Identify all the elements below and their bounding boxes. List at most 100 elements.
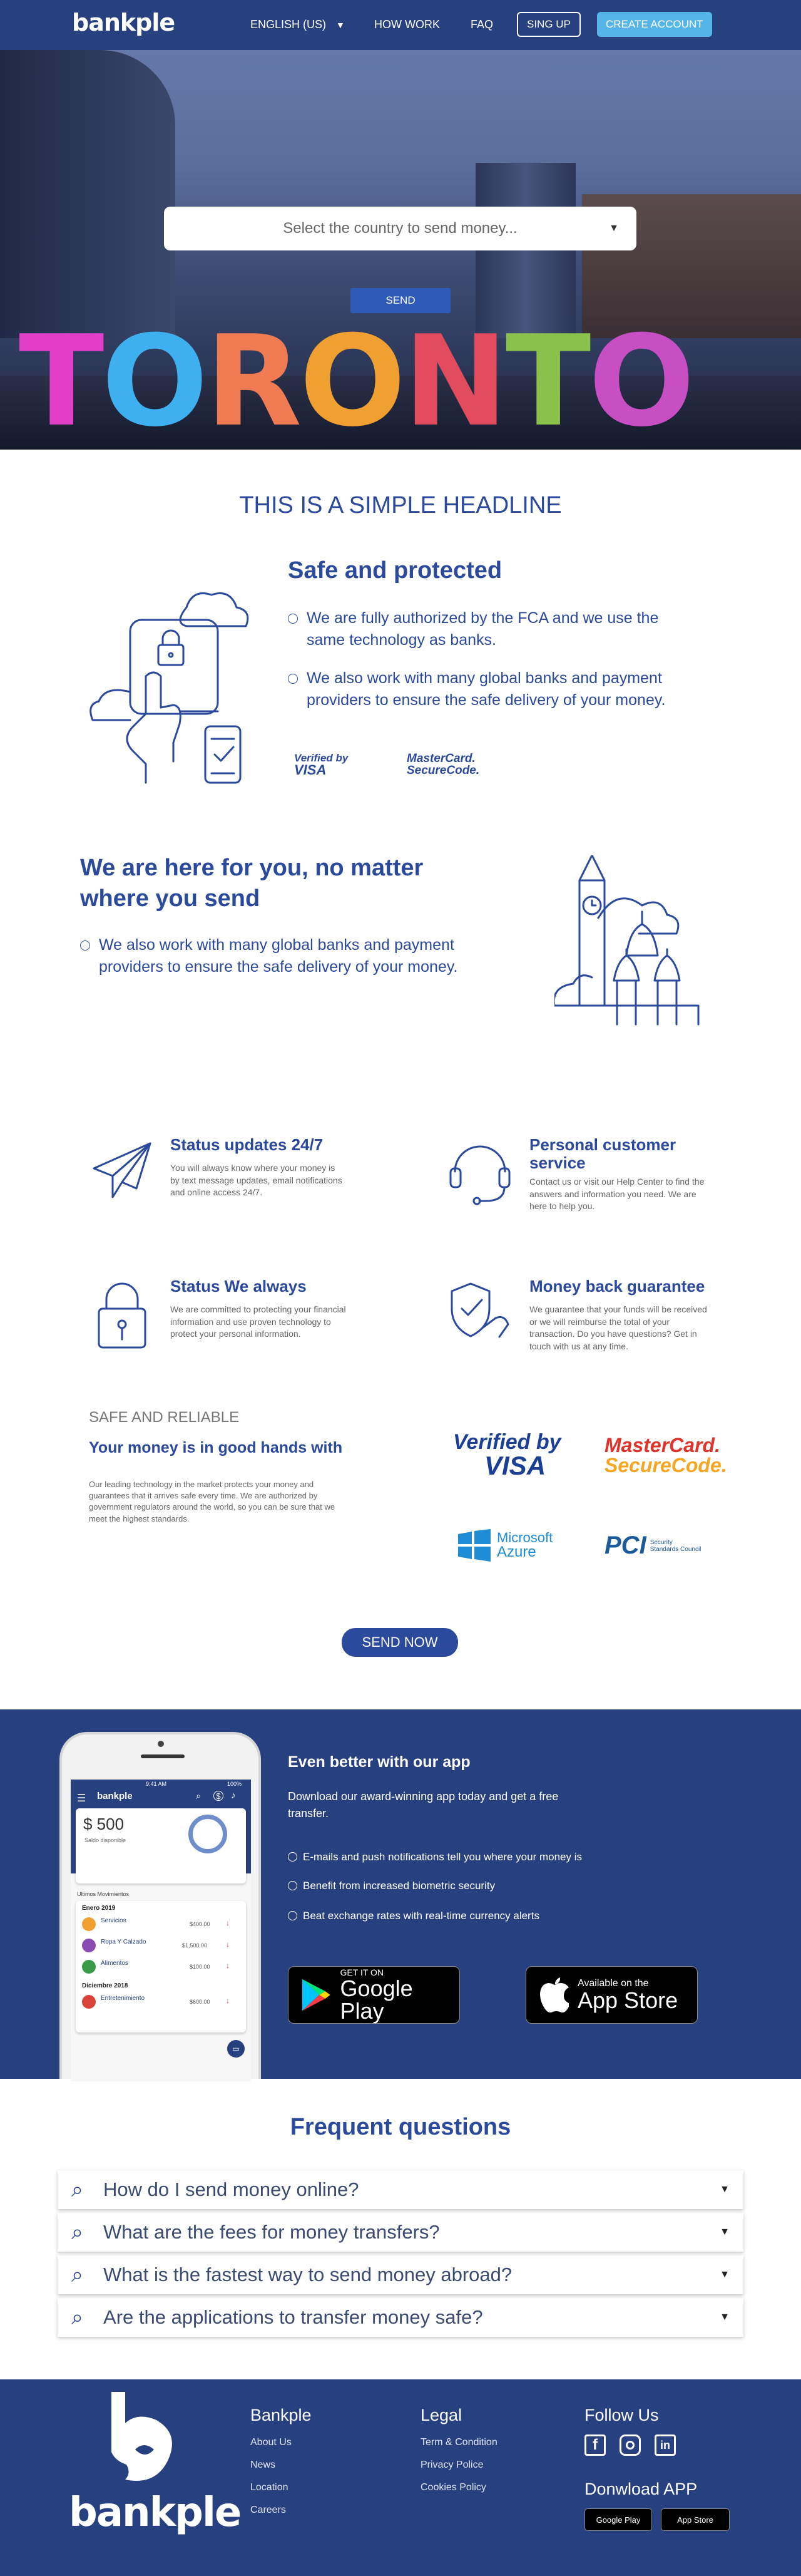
footer-link-cookies[interactable]: Cookies Policy — [421, 2482, 486, 2493]
big-ben-illustration — [554, 855, 700, 1026]
faq-item[interactable]: ⌕ What is the fastest way to send money … — [58, 2255, 743, 2294]
here-bullet: We also work with many global banks and … — [80, 934, 493, 978]
app-section: 9:41 AM 100% ☰ bankple ⌕ $ ♪ $ 500 Saldo… — [0, 1709, 801, 2081]
arrow-down-icon: ↓ — [226, 1940, 230, 1949]
phone-time: 9:41 AM — [146, 1781, 167, 1787]
balance-amount: $ 500 — [83, 1815, 125, 1833]
menu-icon[interactable]: ☰ — [77, 1792, 86, 1805]
language-selector[interactable]: ENGLISH (US) ▼ — [250, 18, 345, 31]
list-item[interactable]: Alimentos $100.00 ↓ — [82, 1959, 240, 1979]
phone-speaker — [141, 1754, 185, 1758]
movements-group-2: Diciembre 2018 — [82, 1982, 128, 1989]
shield-check-icon — [451, 1282, 509, 1338]
google-play-icon — [302, 1979, 330, 2011]
food-icon — [82, 1960, 96, 1974]
footer-link-news[interactable]: News — [250, 2460, 275, 2471]
bell-icon[interactable]: ♪ — [231, 1790, 236, 1801]
brand-mark-icon — [111, 2392, 172, 2481]
create-account-button[interactable]: CREATE ACCOUNT — [597, 12, 712, 37]
country-select-placeholder: Select the country to send money... — [283, 220, 518, 237]
footer-link-about[interactable]: About Us — [250, 2437, 292, 2448]
chat-icon[interactable]: ▭ — [227, 2040, 245, 2058]
cloud-security-illustration — [89, 592, 249, 784]
brand-logo[interactable]: bankple — [72, 9, 175, 36]
feature-title-money-back: Money back guarantee — [529, 1277, 705, 1296]
arrow-down-icon: ↓ — [226, 1961, 230, 1970]
sign-up-button[interactable]: SING UP — [517, 12, 581, 37]
hero-tower-left — [0, 50, 175, 338]
faq-item[interactable]: ⌕ Are the applications to transfer money… — [58, 2298, 743, 2337]
windows-icon — [458, 1529, 491, 1562]
apple-icon — [540, 1977, 569, 2012]
top-nav: bankple ENGLISH (US) ▼ HOW WORK FAQ SING… — [0, 0, 801, 50]
padlock-icon — [98, 1282, 146, 1349]
phone-camera — [158, 1741, 164, 1747]
feature-text-money-back: We guarantee that your funds will be rec… — [529, 1304, 707, 1351]
nav-how-work[interactable]: HOW WORK — [374, 18, 440, 31]
verified-by-visa-badge: Verified by VISA — [294, 752, 349, 778]
safe-title: Safe and protected — [288, 557, 503, 584]
faq-item[interactable]: ⌕ What are the fees for money transfers?… — [58, 2213, 743, 2252]
footer-col1-title: Bankple — [250, 2406, 312, 2424]
list-item[interactable]: Ropa Y Calzado $1,500.00 ↓ — [82, 1937, 240, 1957]
footer-logo[interactable]: bankple — [69, 2490, 242, 2536]
app-title: Even better with our app — [288, 1753, 471, 1771]
feature-text-status-always: We are committed to protecting your fina… — [170, 1304, 346, 1339]
footer-link-careers[interactable]: Careers — [250, 2505, 286, 2516]
phone-mockup: 9:41 AM 100% ☰ bankple ⌕ $ ♪ $ 500 Saldo… — [59, 1732, 261, 2081]
chevron-down-icon: ▼ — [336, 19, 345, 30]
reliable-kicker: SAFE AND RELIABLE — [89, 1409, 240, 1426]
app-subtitle: Download our award-winning app today and… — [288, 1790, 559, 1820]
clothes-icon — [82, 1939, 96, 1952]
country-select[interactable]: Select the country to send money... ▼ — [164, 207, 636, 250]
chevron-down-icon: ▼ — [720, 2227, 730, 2237]
balance-card: $ 500 Saldo disponible — [76, 1808, 246, 1883]
here-title: We are here for you, no matter where you… — [80, 855, 424, 912]
faq-item[interactable]: ⌕ How do I send money online? ▼ — [58, 2170, 743, 2209]
phone-screen: 9:41 AM 100% ☰ bankple ⌕ $ ♪ $ 500 Saldo… — [71, 1780, 251, 2081]
app-bullet-3: Beat exchange rates with real-time curre… — [288, 1910, 539, 1922]
safe-bullet-1: We are fully authorized by the FCA and w… — [288, 607, 701, 651]
reliable-text: Our leading technology in the market pro… — [89, 1480, 335, 1523]
linkedin-icon[interactable]: in — [655, 2434, 676, 2456]
movements-card: Enero 2019 Servicios $400.00 ↓ Ropa Y Ca… — [76, 1901, 246, 2032]
search-icon[interactable]: ⌕ — [196, 1791, 201, 1801]
movements-group-1: Enero 2019 — [82, 1905, 116, 1912]
chevron-down-icon: ▼ — [609, 223, 619, 234]
search-icon: ⌕ — [71, 2305, 84, 2329]
instagram-icon[interactable] — [620, 2434, 641, 2456]
app-bullet-2: Benefit from increased biometric securit… — [288, 1880, 495, 1892]
feature-title-status: Status updates 24/7 — [170, 1135, 324, 1154]
mastercard-securecode-badge: MasterCard. SecureCode. — [407, 752, 480, 777]
entertainment-icon — [82, 1995, 96, 2009]
services-icon — [82, 1917, 96, 1931]
list-item[interactable]: Entretenimiento $600.00 ↓ — [82, 1994, 240, 2014]
footer: bankple Bankple About Us News Location C… — [0, 2379, 801, 2576]
nav-faq[interactable]: FAQ — [471, 18, 493, 31]
feature-title-customer-service: Personal customer service — [529, 1135, 676, 1172]
footer-link-location[interactable]: Location — [250, 2482, 288, 2493]
language-label: ENGLISH (US) — [250, 18, 327, 31]
movements-label: Ultimos Movimientos — [77, 1891, 130, 1897]
paper-plane-icon — [93, 1142, 151, 1198]
mastercard-securecode-logo: MasterCard. SecureCode. — [605, 1434, 727, 1476]
send-now-button[interactable]: SEND NOW — [342, 1628, 458, 1657]
footer-link-privacy[interactable]: Privacy Police — [421, 2460, 483, 2471]
mini-google-play-button[interactable]: Google Play — [584, 2508, 652, 2531]
arrow-down-icon: ↓ — [226, 1996, 230, 2005]
headset-icon — [449, 1145, 511, 1205]
google-play-button[interactable]: GET IT ON Google Play — [288, 1966, 460, 2024]
microsoft-azure-logo: Microsoft Azure — [458, 1529, 553, 1562]
toronto-sign: TORONTO — [19, 309, 695, 450]
facebook-icon[interactable]: f — [584, 2434, 606, 2456]
mini-app-store-button[interactable]: App Store — [661, 2508, 730, 2531]
app-store-button[interactable]: Available on the App Store — [526, 1966, 698, 2024]
main-headline: THIS IS A SIMPLE HEADLINE — [239, 492, 562, 518]
footer-link-terms[interactable]: Term & Condition — [421, 2437, 497, 2448]
feature-text-status: You will always know where your money is… — [170, 1163, 342, 1198]
list-item[interactable]: Servicios $400.00 ↓ — [82, 1916, 240, 1936]
balance-label: Saldo disponible — [84, 1837, 126, 1843]
dollar-icon[interactable]: $ — [213, 1791, 223, 1801]
chevron-down-icon: ▼ — [720, 2184, 730, 2195]
verified-by-visa-logo: Verified by VISA — [453, 1430, 561, 1480]
